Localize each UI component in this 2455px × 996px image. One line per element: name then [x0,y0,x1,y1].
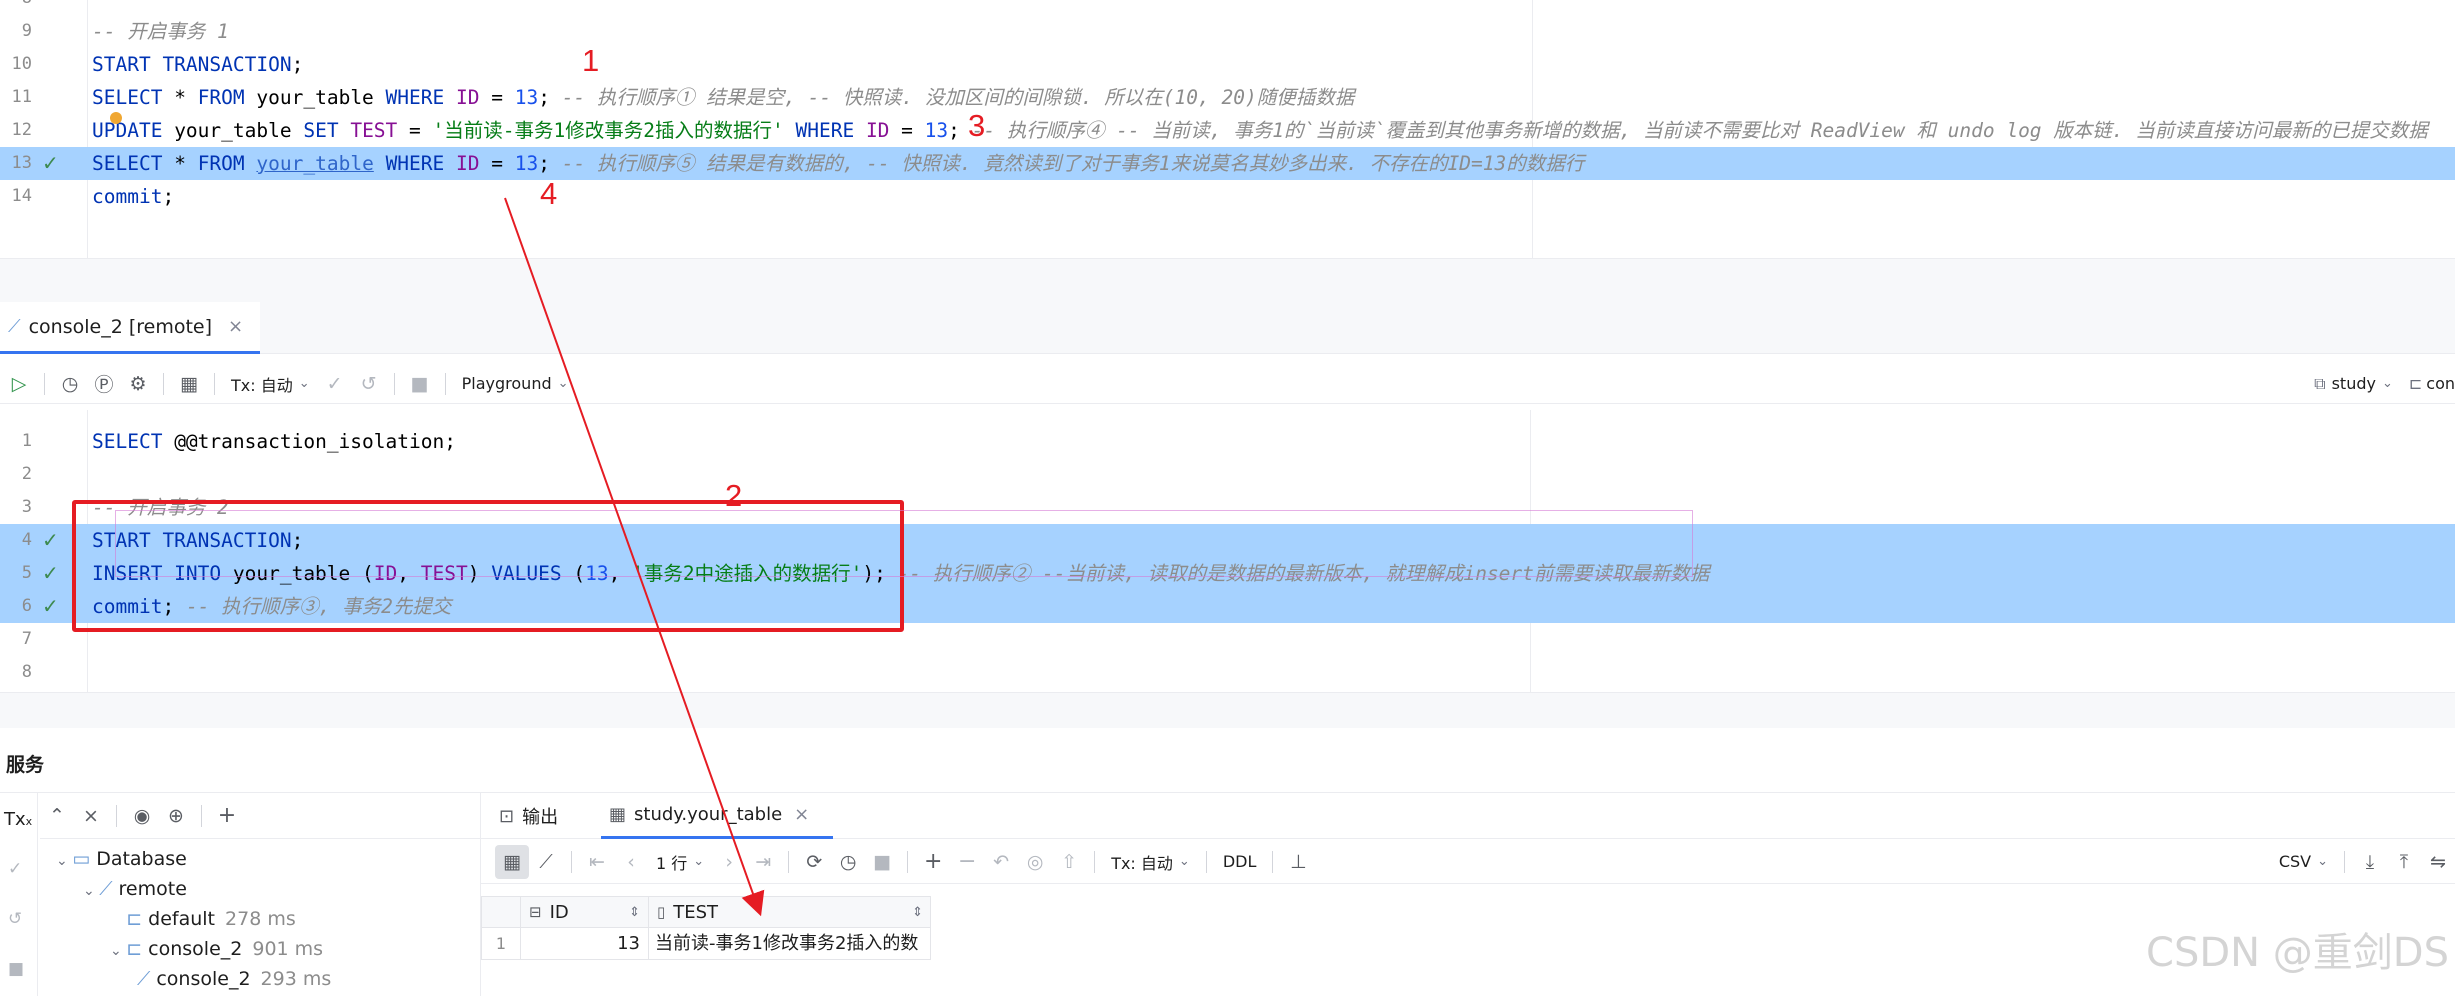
ide-window: 89-- 开启事务 110START TRANSACTION;11SELECT … [0,0,2455,996]
annotation-arrow [504,197,765,917]
